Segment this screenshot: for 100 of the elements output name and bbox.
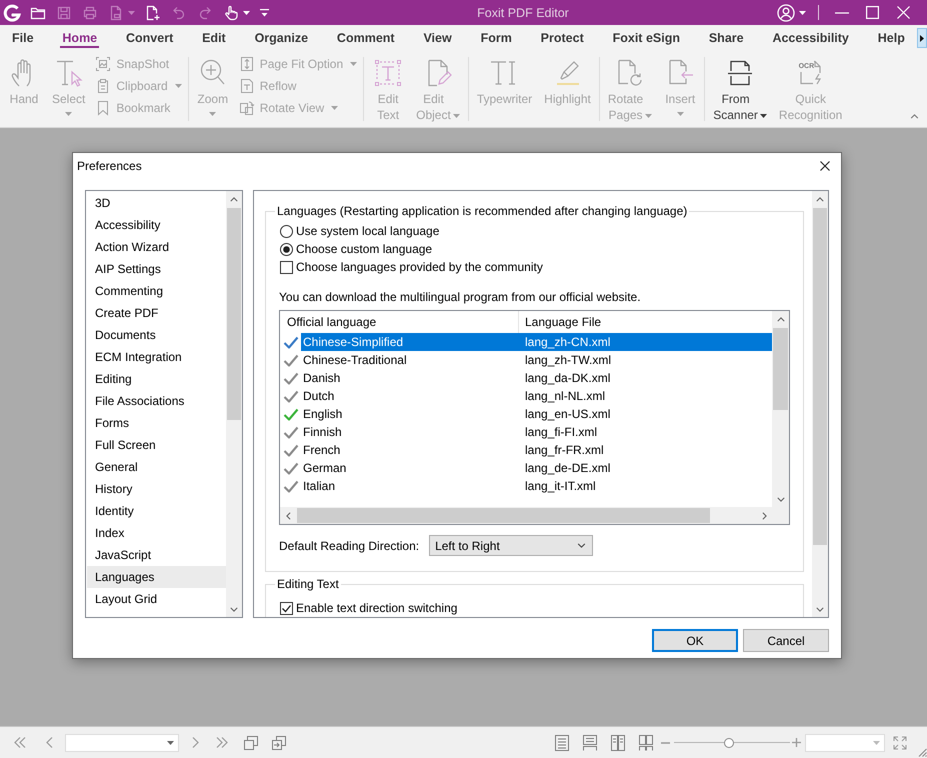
ribbon-tab[interactable]: Organize: [252, 25, 310, 48]
ribbon-tab[interactable]: View: [421, 25, 454, 48]
ok-button[interactable]: OK: [652, 629, 738, 652]
ribbon-tab[interactable]: Help: [876, 25, 907, 48]
ribbon-tab[interactable]: Form: [478, 25, 514, 48]
category-item[interactable]: ECM Integration: [87, 346, 226, 368]
scroll-down-icon[interactable]: [776, 496, 784, 502]
radio-button[interactable]: [280, 224, 293, 238]
ribbon-tab[interactable]: Edit: [200, 25, 228, 48]
category-item[interactable]: Index: [87, 522, 226, 544]
stacked-pages-arrow-icon[interactable]: [271, 734, 287, 750]
continuous-two-page-icon[interactable]: [639, 734, 653, 750]
category-item[interactable]: History: [87, 478, 226, 500]
category-item[interactable]: Create PDF: [87, 302, 226, 324]
plus-icon[interactable]: [792, 738, 801, 747]
scroll-up-icon[interactable]: [230, 196, 238, 202]
stacked-pages-icon[interactable]: [243, 734, 259, 750]
ribbon-tab[interactable]: Protect: [538, 25, 586, 48]
minimize-icon: [834, 12, 848, 14]
first-page-icon[interactable]: [14, 737, 26, 748]
scroll-down-icon[interactable]: [230, 606, 238, 612]
document-icon: [108, 4, 124, 20]
last-page-icon[interactable]: [216, 737, 228, 748]
category-item[interactable]: General: [87, 456, 226, 478]
new-page-icon: [145, 4, 161, 20]
checkbox-label[interactable]: Choose languages provided by the community: [296, 260, 543, 274]
single-page-icon[interactable]: [555, 734, 569, 750]
user-icon: [777, 4, 795, 22]
group-title: Editing Text: [276, 577, 340, 591]
cancel-button[interactable]: Cancel: [743, 629, 829, 652]
continuous-page-icon[interactable]: [583, 734, 597, 750]
scrollbar[interactable]: [226, 191, 242, 617]
scrollbar-thumb[interactable]: [773, 328, 788, 410]
table-row[interactable]: Finnish lang_fi-FI.xml: [301, 423, 772, 441]
ribbon-tab[interactable]: File: [10, 25, 36, 48]
column-header[interactable]: Official language: [280, 311, 518, 333]
scroll-tabs-button[interactable]: [917, 28, 927, 48]
ribbon-tab[interactable]: Convert: [124, 25, 176, 48]
ribbon-tab[interactable]: Comment: [334, 25, 397, 48]
two-page-icon[interactable]: [611, 734, 625, 750]
dialog-title: Preferences: [77, 159, 142, 173]
slider-thumb[interactable]: [724, 738, 734, 748]
category-item[interactable]: Languages: [87, 566, 226, 588]
scroll-left-icon[interactable]: [286, 512, 290, 520]
scroll-up-icon[interactable]: [816, 196, 824, 202]
reading-direction-dropdown[interactable]: Left to Right: [429, 535, 594, 556]
group-title: Languages (Restarting application is recommended after changing language): [276, 204, 688, 218]
category-item[interactable]: Layout Grid: [87, 588, 226, 610]
radio-button[interactable]: [280, 242, 293, 256]
table-row[interactable]: English lang_en-US.xml: [301, 405, 772, 423]
category-item[interactable]: 3D: [87, 192, 226, 214]
category-item[interactable]: Identity: [87, 500, 226, 522]
category-item[interactable]: Editing: [87, 368, 226, 390]
checkbox[interactable]: [280, 260, 293, 274]
redo-icon: [197, 4, 213, 20]
customize-icon: [260, 8, 269, 16]
scrollbar[interactable]: [812, 191, 828, 617]
category-item[interactable]: JavaScript: [87, 544, 226, 566]
scroll-right-icon[interactable]: [762, 512, 766, 520]
ribbon-button[interactable]: From Scanner: [709, 51, 771, 127]
page-number-field[interactable]: [65, 734, 179, 752]
category-item[interactable]: AIP Settings: [87, 258, 226, 280]
collapse-ribbon-button[interactable]: [908, 112, 921, 121]
category-item[interactable]: Documents: [87, 324, 226, 346]
scroll-up-icon[interactable]: [776, 316, 784, 322]
ribbon-tab[interactable]: Home: [60, 25, 100, 48]
chevron-up-icon[interactable]: [910, 114, 919, 119]
table-row[interactable]: Danish lang_da-DK.xml: [301, 369, 772, 387]
table-row[interactable]: Chinese-Simplified lang_zh-CN.xml: [301, 333, 772, 351]
checkbox-label[interactable]: Enable text direction switching: [296, 601, 458, 615]
table-cell-text: lang_en-US.xml: [524, 406, 610, 423]
ribbon-tab[interactable]: Share: [706, 25, 746, 48]
next-page-icon[interactable]: [192, 737, 199, 748]
category-item[interactable]: Commenting: [87, 280, 226, 302]
scrollbar[interactable]: [772, 311, 789, 507]
scrollbar-thumb[interactable]: [813, 208, 827, 545]
ribbon-tab[interactable]: Foxit eSign: [610, 25, 682, 48]
category-item[interactable]: Accessibility: [87, 214, 226, 236]
caret-icon: [645, 114, 652, 118]
scrollbar-thumb[interactable]: [297, 508, 710, 523]
category-item[interactable]: Full Screen: [87, 434, 226, 456]
category-item[interactable]: Action Wizard: [87, 236, 226, 258]
table-row[interactable]: Chinese-Traditional lang_zh-TW.xml: [301, 351, 772, 369]
radio-label[interactable]: Choose custom language: [296, 242, 432, 256]
category-item[interactable]: Forms: [87, 412, 226, 434]
zoom-field[interactable]: [805, 734, 885, 752]
fullscreen-icon[interactable]: [893, 736, 907, 750]
radio-label[interactable]: Use system local language: [296, 224, 440, 238]
table-row[interactable]: German lang_de-DE.xml: [301, 459, 772, 477]
checkbox[interactable]: [280, 602, 293, 614]
table-row[interactable]: Italian lang_it-IT.xml: [301, 477, 772, 495]
scrollbar-thumb[interactable]: [227, 208, 241, 420]
category-item[interactable]: File Associations: [87, 390, 226, 412]
table-row[interactable]: French lang_fr-FR.xml: [301, 441, 772, 459]
scrollbar[interactable]: [280, 507, 772, 524]
table-row[interactable]: Dutch lang_nl-NL.xml: [301, 387, 772, 405]
minus-icon[interactable]: [661, 742, 670, 744]
ribbon-tab[interactable]: Accessibility: [770, 25, 851, 48]
scroll-down-icon[interactable]: [816, 606, 824, 612]
previous-page-icon[interactable]: [46, 737, 53, 748]
